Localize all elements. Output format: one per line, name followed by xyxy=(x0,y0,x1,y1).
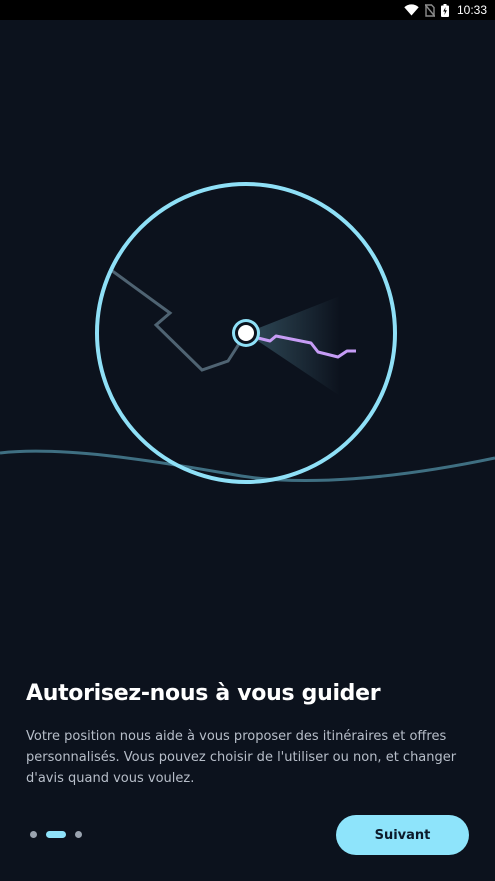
wifi-icon xyxy=(404,3,419,17)
page-dot-1 xyxy=(30,830,37,838)
location-illustration xyxy=(0,182,495,484)
no-sim-icon xyxy=(424,3,435,17)
battery-charging-icon xyxy=(440,3,449,17)
page-title: Autorisez-nous à vous guider xyxy=(26,681,381,706)
status-bar: 10:33 xyxy=(0,0,495,20)
horizon-line xyxy=(0,449,495,482)
location-puck-icon xyxy=(232,319,260,347)
page-indicator xyxy=(30,830,82,838)
route-past xyxy=(99,260,248,372)
heading-cone xyxy=(246,296,340,396)
status-time: 10:33 xyxy=(456,3,487,17)
page-dot-3 xyxy=(75,830,82,838)
page-dot-2-active xyxy=(46,830,66,838)
next-button[interactable]: Suivant xyxy=(336,815,469,855)
page-description: Votre position nous aide à vous proposer… xyxy=(26,729,457,786)
